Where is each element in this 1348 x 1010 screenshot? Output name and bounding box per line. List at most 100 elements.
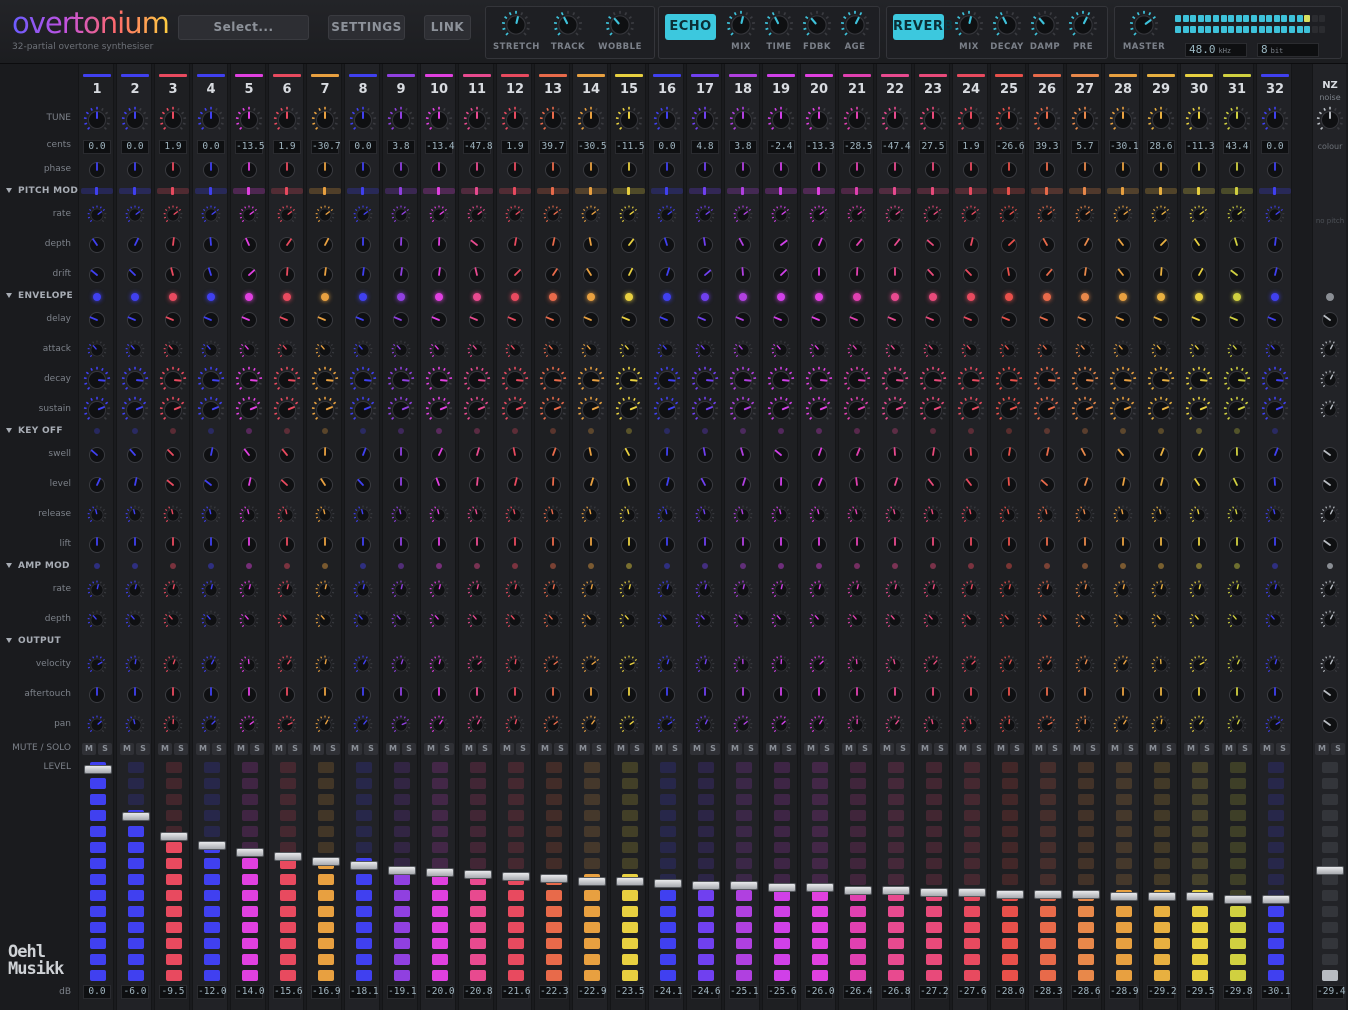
level-fader[interactable] [502,762,530,984]
level-fader[interactable] [1110,762,1138,984]
mute-button[interactable]: M [690,743,704,755]
swell-knob[interactable] [961,445,981,465]
attack-knob[interactable] [353,340,373,360]
phase-knob[interactable] [809,160,829,180]
decay-knob[interactable] [805,366,833,394]
swell-knob[interactable] [353,445,373,465]
attack-knob[interactable] [391,340,411,360]
pm-drift-knob[interactable] [1037,265,1057,285]
pm-drift-knob[interactable] [961,265,981,285]
swell-knob[interactable] [657,445,677,465]
velocity-knob[interactable] [201,655,221,675]
mute-button[interactable]: M [386,743,400,755]
velocity-knob[interactable] [543,655,563,675]
release-knob[interactable] [1265,505,1285,525]
pan-knob[interactable] [581,715,601,735]
key-off-dot[interactable] [588,428,594,434]
mute-button[interactable]: M [310,743,324,755]
pm-drift-knob[interactable] [695,265,715,285]
envelope-dot[interactable] [663,293,671,301]
pm-depth-knob[interactable] [87,235,107,255]
decay-knob[interactable] [843,366,871,394]
pan-knob[interactable] [391,715,411,735]
release-knob[interactable] [961,505,981,525]
am-depth-knob[interactable] [809,610,829,630]
delay-knob[interactable] [657,310,677,330]
solo-button[interactable]: S [326,743,340,755]
mute-button[interactable]: M [234,743,248,755]
decay-knob[interactable] [1071,366,1099,394]
key-off-dot[interactable] [1044,428,1050,434]
level-fader[interactable] [730,762,758,984]
noise-db-value[interactable]: -29.4 [1316,985,1346,999]
velocity-knob[interactable] [657,655,677,675]
am-depth-knob[interactable] [847,610,867,630]
pm-drift-knob[interactable] [239,265,259,285]
pm-rate-knob[interactable] [277,205,297,225]
am-depth-knob[interactable] [1113,610,1133,630]
key-off-dot[interactable] [778,428,784,434]
cents-value[interactable]: 43.4 [1223,140,1251,154]
am-depth-knob[interactable] [619,610,639,630]
mute-button[interactable]: M [1260,743,1274,755]
pm-rate-knob[interactable] [315,205,335,225]
level-knob[interactable] [87,475,107,495]
am-rate-knob[interactable] [961,580,981,600]
solo-button[interactable]: S [592,743,606,755]
pm-drift-knob[interactable] [543,265,563,285]
mute-button[interactable]: M [1184,743,1198,755]
am-depth-knob[interactable] [581,610,601,630]
pm-depth-knob[interactable] [1227,235,1247,255]
am-depth-knob[interactable] [657,610,677,630]
sustain-knob[interactable] [919,396,947,424]
level-knob[interactable] [809,475,829,495]
release-knob[interactable] [277,505,297,525]
pan-knob[interactable] [1227,715,1247,735]
pm-depth-knob[interactable] [163,235,183,255]
velocity-knob[interactable] [847,655,867,675]
envelope-dot[interactable] [321,293,329,301]
mute-button[interactable]: M [576,743,590,755]
delay-knob[interactable] [429,310,449,330]
lift-knob[interactable] [429,535,449,555]
delay-knob[interactable] [315,310,335,330]
swell-knob[interactable] [885,445,905,465]
key-off-dot[interactable] [360,428,366,434]
aftertouch-knob[interactable] [239,685,259,705]
delay-knob[interactable] [353,310,373,330]
swell-knob[interactable] [201,445,221,465]
delay-knob[interactable] [543,310,563,330]
pan-knob[interactable] [467,715,487,735]
delay-knob[interactable] [923,310,943,330]
pm-depth-knob[interactable] [961,235,981,255]
amp-mod-dot[interactable] [170,563,176,569]
amp-mod-dot[interactable] [740,563,746,569]
pm-drift-knob[interactable] [1075,265,1095,285]
release-knob[interactable] [771,505,791,525]
velocity-knob[interactable] [353,655,373,675]
db-value[interactable]: -25.1 [729,985,759,999]
phase-knob[interactable] [1075,160,1095,180]
db-value[interactable]: -28.9 [1109,985,1139,999]
release-knob[interactable] [353,505,373,525]
lift-knob[interactable] [1075,535,1095,555]
pm-depth-knob[interactable] [847,235,867,255]
attack-knob[interactable] [467,340,487,360]
am-depth-knob[interactable] [1037,610,1057,630]
noise-mute-button[interactable]: M [1315,743,1329,755]
cents-value[interactable]: 0.0 [197,140,225,154]
db-value[interactable]: -20.8 [463,985,493,999]
am-rate-knob[interactable] [505,580,525,600]
aftertouch-knob[interactable] [733,685,753,705]
attack-knob[interactable] [999,340,1019,360]
pm-rate-knob[interactable] [125,205,145,225]
cents-value[interactable]: 0.0 [121,140,149,154]
pm-drift-knob[interactable] [87,265,107,285]
cents-value[interactable]: -2.4 [767,140,795,154]
amp-mod-dot[interactable] [1044,563,1050,569]
key-off-dot[interactable] [930,428,936,434]
db-value[interactable]: -16.9 [311,985,341,999]
pan-knob[interactable] [657,715,677,735]
aftertouch-knob[interactable] [809,685,829,705]
level-fader[interactable] [882,762,910,984]
